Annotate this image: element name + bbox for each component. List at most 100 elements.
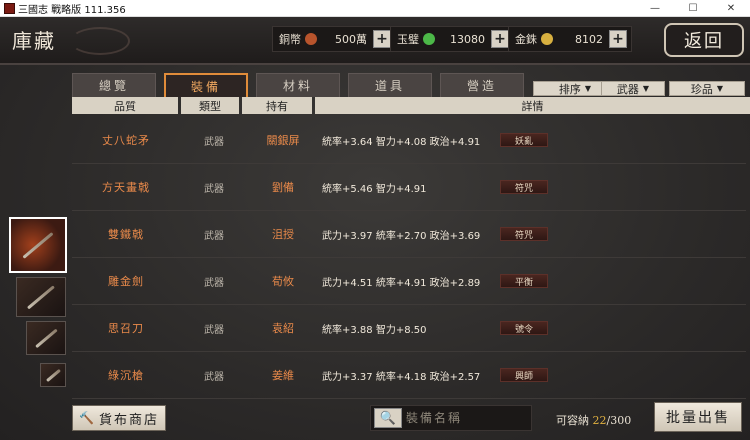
currency-label: 玉璧: [397, 33, 419, 46]
selected-item-thumbnail[interactable]: [9, 217, 67, 273]
weapon-icon: [34, 328, 58, 348]
item-skill-badge: 興師: [500, 368, 548, 382]
item-stats: 武力+3.37 統率+4.18 政治+2.57: [322, 371, 481, 383]
currency-label: 銅幣: [279, 33, 301, 46]
item-name: 雕金劍: [108, 275, 144, 288]
rarity-filter-dropdown[interactable]: 珍品 ▼: [669, 81, 745, 96]
item-type: 武器: [204, 136, 224, 148]
column-type[interactable]: 類型: [181, 97, 239, 114]
back-button[interactable]: 返回: [664, 23, 744, 57]
item-owner: 關銀屏: [266, 134, 300, 147]
bottom-bar: 🔨 貨布商店 🔍 可容納 22/300 批量出售: [0, 397, 750, 440]
item-stats: 統率+3.64 智力+4.08 政治+4.91: [322, 136, 481, 148]
item-owner: 袁紹: [272, 322, 294, 335]
item-owner: 劉備: [272, 181, 294, 194]
item-name: 雙鐵戟: [108, 228, 144, 241]
gold-coin-icon: [541, 33, 553, 45]
item-type: 武器: [204, 277, 224, 289]
shop-button-label: 貨布商店: [98, 412, 159, 428]
item-skill-badge: 符咒: [500, 180, 548, 194]
tab-items[interactable]: 道具: [348, 73, 432, 97]
weapon-filter-dropdown[interactable]: 武器 ▼: [601, 81, 665, 96]
tab-overview[interactable]: 總覽: [72, 73, 156, 97]
jade-coin-icon: [423, 33, 435, 45]
tab-equipment[interactable]: 裝備: [164, 73, 248, 97]
maximize-button[interactable]: ☐: [674, 0, 712, 17]
table-header: 品質 類型 持有 詳情: [72, 97, 750, 114]
table-row[interactable]: 思召刀 武器 袁紹 統率+3.88 智力+8.50 號令: [72, 305, 746, 352]
item-owner: 姜維: [272, 369, 294, 382]
game-viewport: 庫藏 銅幣 500萬 + 玉璧 13080 + 金銖 8102 + 返回 總覽 …: [0, 17, 750, 440]
table-row[interactable]: 方天畫戟 武器 劉備 統率+5.46 智力+4.91 符咒: [72, 164, 746, 211]
tab-construction[interactable]: 營造: [440, 73, 524, 97]
weapon-icon: [22, 231, 54, 259]
chevron-down-icon: ▼: [716, 84, 724, 93]
currency-label: 金銖: [515, 33, 537, 46]
window-titlebar: 三國志 戰略版 111.356 — ☐ ✕: [0, 0, 750, 17]
decorative-swirl: [70, 27, 130, 55]
chevron-down-icon: ▼: [584, 84, 592, 93]
table-row[interactable]: 丈八蛇矛 武器 關銀屏 統率+3.64 智力+4.08 政治+4.91 妖亂: [72, 117, 746, 164]
bulk-sell-button[interactable]: 批量出售: [654, 402, 742, 432]
item-name: 思召刀: [108, 322, 144, 335]
top-bar: 庫藏 銅幣 500萬 + 玉璧 13080 + 金銖 8102 + 返回: [0, 17, 750, 65]
page-title: 庫藏: [12, 29, 56, 53]
shop-button[interactable]: 🔨 貨布商店: [72, 405, 166, 431]
item-name: 綠沉槍: [108, 369, 144, 382]
capacity-max: /300: [606, 414, 632, 427]
currency-value: 13080: [450, 32, 485, 46]
item-stats: 武力+4.51 統率+4.91 政治+2.89: [322, 277, 481, 289]
table-row[interactable]: 雙鐵戟 武器 沮授 武力+3.97 統率+2.70 政治+3.69 符咒: [72, 211, 746, 258]
item-owner: 荀攸: [272, 275, 294, 288]
chevron-down-icon: ▼: [642, 84, 650, 93]
item-name: 丈八蛇矛: [102, 134, 150, 147]
item-thumbnail[interactable]: [16, 277, 66, 317]
window-title: 三國志 戰略版 111.356: [18, 4, 126, 16]
hammer-icon: 🔨: [79, 411, 96, 425]
item-type: 武器: [204, 183, 224, 195]
currency-gold: 金銖 8102 +: [508, 26, 632, 52]
category-tabs: 總覽 裝備 材料 道具 營造: [72, 73, 524, 97]
weapon-filter-label: 武器: [616, 82, 639, 96]
item-skill-badge: 平衡: [500, 274, 548, 288]
item-name: 方天畫戟: [102, 181, 150, 194]
tab-materials[interactable]: 材料: [256, 73, 340, 97]
column-details: 詳情: [315, 97, 750, 114]
capacity-current: 22: [592, 414, 607, 427]
currency-value: 8102: [575, 32, 603, 46]
item-thumbnail[interactable]: [26, 321, 66, 355]
search-box: 🔍: [370, 405, 532, 431]
weapon-icon: [45, 368, 61, 382]
table-row[interactable]: 綠沉槍 武器 姜維 武力+3.37 統率+4.18 政治+2.57 興師: [72, 352, 746, 399]
table-row[interactable]: 雕金劍 武器 荀攸 武力+4.51 統率+4.91 政治+2.89 平衡: [72, 258, 746, 305]
search-input[interactable]: [406, 411, 526, 425]
add-gold-button[interactable]: +: [609, 30, 627, 48]
item-stats: 武力+3.97 統率+2.70 政治+3.69: [322, 230, 481, 242]
app-icon: [4, 2, 15, 14]
item-type: 武器: [204, 230, 224, 242]
item-skill-badge: 號令: [500, 321, 548, 335]
rarity-filter-label: 珍品: [690, 82, 713, 96]
add-copper-button[interactable]: +: [373, 30, 391, 48]
item-owner: 沮授: [272, 228, 294, 241]
capacity-label: 可容納: [556, 414, 589, 427]
search-icon[interactable]: 🔍: [374, 408, 402, 428]
currency-value: 500萬: [335, 33, 367, 46]
sort-label: 排序: [558, 82, 581, 96]
item-stats: 統率+3.88 智力+8.50: [322, 324, 427, 336]
column-owner[interactable]: 持有: [242, 97, 312, 114]
item-skill-badge: 符咒: [500, 227, 548, 241]
app-window: 三國志 戰略版 111.356 — ☐ ✕ 庫藏 銅幣 500萬 + 玉璧 13…: [0, 0, 750, 440]
capacity-indicator: 可容納 22/300: [556, 412, 631, 428]
item-skill-badge: 妖亂: [500, 133, 548, 147]
currency-copper: 銅幣 500萬 +: [272, 26, 396, 52]
item-type: 武器: [204, 371, 224, 383]
item-thumbnail[interactable]: [40, 363, 66, 387]
item-stats: 統率+5.46 智力+4.91: [322, 183, 427, 195]
currency-jade: 玉璧 13080 +: [390, 26, 514, 52]
item-type: 武器: [204, 324, 224, 336]
close-button[interactable]: ✕: [712, 0, 750, 17]
column-quality[interactable]: 品質: [72, 97, 178, 114]
minimize-button[interactable]: —: [636, 0, 674, 17]
add-jade-button[interactable]: +: [491, 30, 509, 48]
